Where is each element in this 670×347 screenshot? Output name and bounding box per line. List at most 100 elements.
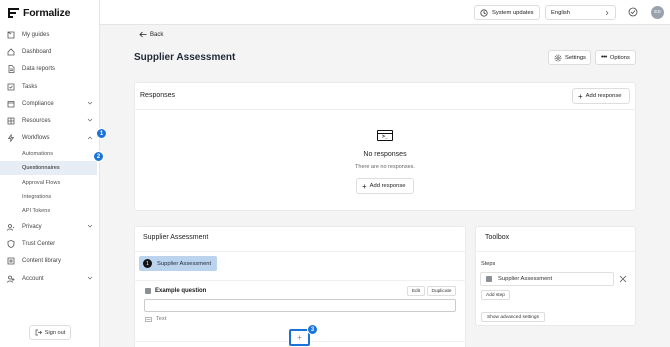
system-updates-label: System updates [492, 9, 534, 16]
responses-title: Responses [140, 92, 176, 99]
annotation-badge-1: 1 [96, 128, 107, 139]
sidebar-item-label: Account [22, 275, 44, 282]
sidebar-subitem-automations[interactable]: Automations [0, 147, 100, 161]
chevron-up-icon [87, 136, 93, 140]
avatar[interactable]: ES [651, 6, 664, 19]
divider [475, 251, 636, 252]
toolbox-step-label: Supplier Assessment [498, 276, 553, 282]
settings-label: Settings [565, 54, 586, 61]
tasks-icon [7, 83, 15, 91]
annotation-badge-2: 2 [93, 151, 104, 162]
sidebar-nav: My guides Dashboard Data reports Tasks C… [0, 26, 100, 287]
plus-icon: + [362, 181, 367, 191]
library-icon [7, 257, 15, 265]
sidebar-item-resources[interactable]: Resources [0, 112, 100, 129]
sidebar-item-my-guides[interactable]: My guides [0, 26, 100, 43]
system-updates-button[interactable]: System updates [474, 5, 540, 20]
add-response-button[interactable]: + Add response [572, 88, 630, 104]
account-icon [7, 275, 15, 283]
close-icon[interactable] [619, 275, 627, 283]
back-label: Back [150, 31, 164, 38]
terminal-icon: >_ [377, 130, 393, 141]
sidebar-item-label: Tasks [22, 83, 38, 90]
app-name: Formalize [23, 7, 71, 19]
empty-title: No responses [363, 151, 407, 158]
add-step-button[interactable]: Add step [481, 290, 510, 300]
empty-text: There are no responses. [355, 164, 415, 170]
add-response-label: Add response [585, 93, 622, 99]
sidebar-item-trust-center[interactable]: Trust Center [0, 235, 100, 252]
sidebar-item-compliance[interactable]: Compliance [0, 95, 100, 112]
sidebar-subitem-approval-flows[interactable]: Approval Flows [0, 175, 100, 189]
step-number: 1 [143, 259, 152, 268]
step-tab-supplier-assessment[interactable]: 1 Supplier Assessment [139, 256, 217, 271]
duplicate-button[interactable]: Duplicate [427, 286, 456, 296]
empty-add-response-button[interactable]: + Add response [356, 178, 414, 194]
add-response-label: Add response [369, 183, 406, 189]
sidebar: Formalize My guides Dashboard Data repor… [0, 0, 100, 347]
drag-handle-icon[interactable] [486, 276, 492, 282]
logo[interactable]: Formalize [8, 7, 70, 19]
sidebar-item-content-library[interactable]: Content library [0, 253, 100, 270]
check-circle-icon[interactable] [628, 7, 638, 17]
page-title: Supplier Assessment [134, 52, 236, 63]
drag-handle-icon[interactable] [145, 288, 151, 294]
sidebar-item-label: Dashboard [22, 48, 52, 55]
top-bar: System updates English ES [100, 0, 670, 25]
chevron-down-icon [87, 224, 93, 228]
sign-out-button[interactable]: Sign out [29, 325, 71, 340]
toolbox-title: Toolbox [485, 234, 510, 241]
privacy-icon [7, 223, 15, 231]
answer-type-label: Text [156, 316, 167, 322]
clock-icon [480, 8, 488, 17]
language-value: English [551, 9, 571, 16]
workflow-icon [7, 134, 15, 143]
annotation-badge-3: 3 [307, 324, 318, 335]
back-link[interactable]: Back [139, 31, 163, 38]
answer-type: Text [145, 316, 166, 322]
answer-text-field[interactable] [144, 299, 456, 312]
shield-icon [7, 240, 15, 248]
settings-button[interactable]: Settings [548, 50, 591, 65]
builder-title: Supplier Assessment [143, 234, 209, 241]
plus-icon: + [578, 91, 583, 101]
sidebar-item-privacy[interactable]: Privacy [0, 218, 100, 235]
sidebar-item-label: Resources [22, 118, 51, 125]
home-icon [7, 48, 15, 56]
resources-icon [7, 117, 15, 125]
sidebar-item-dashboard[interactable]: Dashboard [0, 43, 100, 60]
chevron-down-icon [87, 276, 93, 280]
file-icon [7, 65, 15, 74]
sign-out-icon [35, 329, 42, 336]
edit-button[interactable]: Edit [407, 286, 425, 296]
sidebar-item-data-reports[interactable]: Data reports [0, 61, 100, 78]
sidebar-item-account[interactable]: Account [0, 270, 100, 287]
guide-icon [7, 31, 15, 39]
logo-icon [8, 8, 19, 18]
divider [134, 109, 636, 110]
options-label: Options [609, 54, 630, 61]
sidebar-subitem-integrations[interactable]: Integrations [0, 190, 100, 204]
sidebar-item-label: Trust Center [22, 240, 56, 247]
sidebar-item-label: Content library [22, 258, 62, 265]
chevron-down-icon [87, 101, 93, 105]
divider [134, 251, 466, 252]
question-label: Example question [155, 288, 207, 294]
steps-label: Steps [481, 261, 496, 267]
sidebar-item-label: My guides [22, 31, 50, 38]
more-icon: ••• [601, 54, 607, 61]
sidebar-item-label: Compliance [22, 100, 54, 107]
toolbox-step-item[interactable]: Supplier Assessment [480, 272, 614, 286]
sidebar-subitem-questionnaires[interactable]: Questionnaires [0, 161, 97, 176]
sidebar-item-label: Privacy [22, 223, 42, 230]
sidebar-item-tasks[interactable]: Tasks [0, 78, 100, 95]
chevron-down-icon [87, 119, 93, 122]
sidebar-item-workflows[interactable]: Workflows [0, 130, 100, 147]
text-type-icon [145, 316, 152, 322]
sidebar-item-label: Data reports [22, 66, 56, 73]
language-select[interactable]: English [545, 5, 616, 20]
show-advanced-settings-button[interactable]: Show advanced settings [481, 312, 545, 322]
sidebar-subitem-api-tokens[interactable]: API Tokens [0, 204, 100, 218]
sign-out-label: Sign out [44, 329, 66, 336]
options-button[interactable]: ••• Options [595, 50, 636, 65]
